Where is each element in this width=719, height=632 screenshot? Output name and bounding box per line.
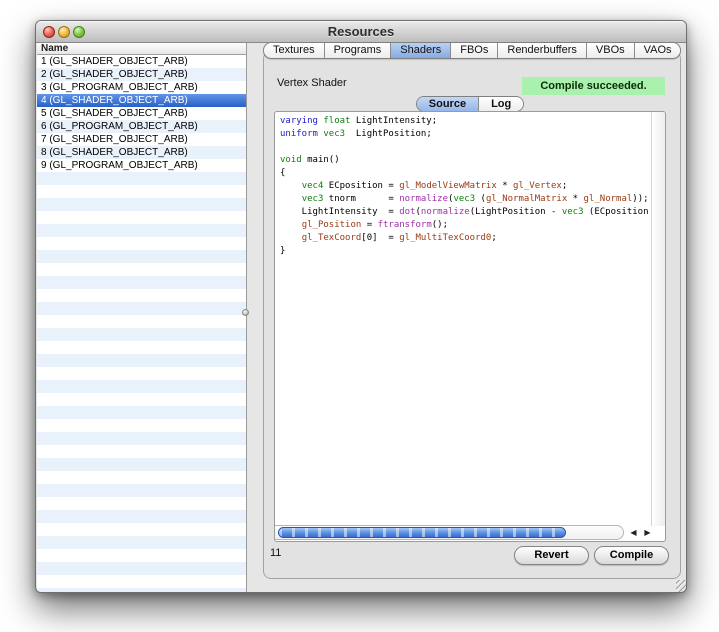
subtab-source[interactable]: Source bbox=[417, 97, 478, 111]
code-line: void main() bbox=[280, 154, 650, 167]
list-item[interactable]: 4 (GL_SHADER_OBJECT_ARB) bbox=[37, 94, 246, 107]
shader-source-editor[interactable]: varying float LightIntensity;uniform vec… bbox=[274, 111, 666, 542]
window-title: Resources bbox=[36, 21, 686, 43]
list-empty-row[interactable] bbox=[37, 380, 246, 393]
list-empty-row[interactable] bbox=[37, 406, 246, 419]
tab-fbos[interactable]: FBOs bbox=[450, 43, 497, 58]
list-column-header[interactable]: Name bbox=[37, 43, 246, 55]
code-line: vec3 tnorm = normalize(vec3 (gl_NormalMa… bbox=[280, 193, 650, 206]
vertical-scrollbar[interactable] bbox=[651, 112, 665, 526]
scroll-right-arrow-icon[interactable]: ▶ bbox=[641, 525, 654, 540]
code-line: vec4 ECposition = gl_ModelViewMatrix * g… bbox=[280, 180, 650, 193]
list-empty-row[interactable] bbox=[37, 536, 246, 549]
tab-shaders[interactable]: Shaders bbox=[390, 43, 450, 58]
code-line: uniform vec3 LightPosition; bbox=[280, 128, 650, 141]
title-bar[interactable]: Resources bbox=[36, 21, 686, 43]
list-empty-row[interactable] bbox=[37, 367, 246, 380]
list-empty-row[interactable] bbox=[37, 354, 246, 367]
code-line: gl_TexCoord[0] = gl_MultiTexCoord0; bbox=[280, 232, 650, 245]
code-line: varying float LightIntensity; bbox=[280, 115, 650, 128]
list-item[interactable]: 1 (GL_SHADER_OBJECT_ARB) bbox=[37, 55, 246, 68]
list-item[interactable]: 5 (GL_SHADER_OBJECT_ARB) bbox=[37, 107, 246, 120]
line-count-status: 11 bbox=[270, 547, 281, 559]
list-empty-row[interactable] bbox=[37, 185, 246, 198]
subtab-log[interactable]: Log bbox=[478, 97, 523, 111]
list-empty-row[interactable] bbox=[37, 562, 246, 575]
list-empty-row[interactable] bbox=[37, 276, 246, 289]
list-empty-row[interactable] bbox=[37, 211, 246, 224]
list-item[interactable]: 7 (GL_SHADER_OBJECT_ARB) bbox=[37, 133, 246, 146]
code-line: { bbox=[280, 167, 650, 180]
list-item[interactable]: 6 (GL_PROGRAM_OBJECT_ARB) bbox=[37, 120, 246, 133]
list-empty-row[interactable] bbox=[37, 549, 246, 562]
list-empty-row[interactable] bbox=[37, 445, 246, 458]
list-empty-row[interactable] bbox=[37, 458, 246, 471]
tab-textures[interactable]: Textures bbox=[264, 43, 324, 58]
list-empty-row[interactable] bbox=[37, 289, 246, 302]
list-empty-row[interactable] bbox=[37, 315, 246, 328]
list-item[interactable]: 9 (GL_PROGRAM_OBJECT_ARB) bbox=[37, 159, 246, 172]
resource-sidebar: Name 1 (GL_SHADER_OBJECT_ARB)2 (GL_SHADE… bbox=[37, 43, 247, 592]
resize-grip-icon[interactable] bbox=[676, 580, 687, 592]
shaders-panel: Vertex Shader Compile succeeded. SourceL… bbox=[263, 51, 681, 579]
compile-button[interactable]: Compile bbox=[594, 546, 669, 565]
code-line: gl_Position = ftransform(); bbox=[280, 219, 650, 232]
list-empty-row[interactable] bbox=[37, 172, 246, 185]
scrollbar-thumb[interactable] bbox=[278, 527, 566, 538]
list-empty-row[interactable] bbox=[37, 328, 246, 341]
revert-button[interactable]: Revert bbox=[514, 546, 589, 565]
list-empty-row[interactable] bbox=[37, 497, 246, 510]
horizontal-scrollbar[interactable]: ◀ ▶ bbox=[275, 525, 651, 541]
zoom-button-icon[interactable] bbox=[73, 26, 85, 38]
list-empty-row[interactable] bbox=[37, 510, 246, 523]
scroll-left-arrow-icon[interactable]: ◀ bbox=[627, 525, 640, 540]
tab-bar: TexturesProgramsShadersFBOsRenderbuffers… bbox=[263, 42, 681, 59]
list-item[interactable]: 8 (GL_SHADER_OBJECT_ARB) bbox=[37, 146, 246, 159]
code-line: LightIntensity = dot(normalize(LightPosi… bbox=[280, 206, 650, 219]
subtab-row: SourceLog bbox=[274, 96, 666, 112]
code-line: } bbox=[280, 245, 650, 258]
list-item[interactable]: 3 (GL_PROGRAM_OBJECT_ARB) bbox=[37, 81, 246, 94]
list-empty-row[interactable] bbox=[37, 471, 246, 484]
subtab-bar: SourceLog bbox=[416, 96, 524, 112]
list-empty-row[interactable] bbox=[37, 484, 246, 497]
list-empty-row[interactable] bbox=[37, 198, 246, 211]
resource-list: 1 (GL_SHADER_OBJECT_ARB)2 (GL_SHADER_OBJ… bbox=[37, 55, 246, 592]
tab-vaos[interactable]: VAOs bbox=[634, 43, 681, 58]
tab-row: TexturesProgramsShadersFBOsRenderbuffers… bbox=[263, 42, 681, 60]
list-empty-row[interactable] bbox=[37, 419, 246, 432]
scrollbar-track[interactable] bbox=[275, 525, 624, 540]
minimize-button-icon[interactable] bbox=[58, 26, 70, 38]
list-empty-row[interactable] bbox=[37, 263, 246, 276]
close-button-icon[interactable] bbox=[43, 26, 55, 38]
list-item[interactable]: 2 (GL_SHADER_OBJECT_ARB) bbox=[37, 68, 246, 81]
list-empty-row[interactable] bbox=[37, 575, 246, 588]
code-content[interactable]: varying float LightIntensity;uniform vec… bbox=[280, 115, 650, 524]
splitter-handle-icon[interactable] bbox=[242, 309, 249, 316]
list-empty-row[interactable] bbox=[37, 224, 246, 237]
list-empty-row[interactable] bbox=[37, 250, 246, 263]
list-empty-row[interactable] bbox=[37, 432, 246, 445]
list-empty-row[interactable] bbox=[37, 237, 246, 250]
list-empty-row[interactable] bbox=[37, 302, 246, 315]
list-empty-row[interactable] bbox=[37, 523, 246, 536]
tab-renderbuffers[interactable]: Renderbuffers bbox=[497, 43, 586, 58]
list-empty-row[interactable] bbox=[37, 588, 246, 592]
list-empty-row[interactable] bbox=[37, 393, 246, 406]
shader-type-label: Vertex Shader bbox=[277, 77, 347, 89]
code-line bbox=[280, 141, 650, 154]
tab-programs[interactable]: Programs bbox=[324, 43, 391, 58]
compile-status-badge: Compile succeeded. bbox=[522, 77, 665, 95]
list-empty-row[interactable] bbox=[37, 341, 246, 354]
tab-vbos[interactable]: VBOs bbox=[586, 43, 634, 58]
resources-window: Resources Name 1 (GL_SHADER_OBJECT_ARB)2… bbox=[35, 20, 687, 593]
